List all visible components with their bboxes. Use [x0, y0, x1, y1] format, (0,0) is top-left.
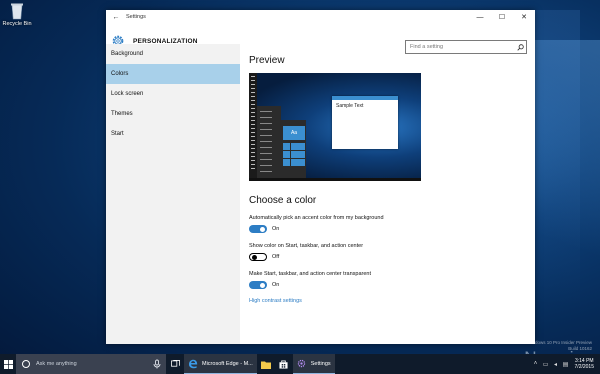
- preview-image: Aa Sample Text: [249, 73, 421, 181]
- recycle-bin[interactable]: Recycle Bin: [2, 2, 32, 27]
- preview-heading: Preview: [249, 55, 285, 66]
- high-contrast-link[interactable]: High contrast settings: [249, 298, 535, 304]
- cortana-search-placeholder: Ask me anything: [36, 361, 77, 367]
- volume-icon[interactable]: ◂: [551, 361, 561, 368]
- close-button[interactable]: ✕: [513, 13, 535, 21]
- sidebar-item-start[interactable]: Start: [106, 124, 240, 144]
- network-icon[interactable]: ▭: [541, 361, 551, 368]
- transparency-label: Make Start, taskbar, and action center t…: [249, 271, 371, 277]
- back-arrow-icon[interactable]: ←: [106, 14, 126, 21]
- title-bar: ← Settings — ☐ ✕: [106, 10, 535, 24]
- microphone-icon[interactable]: [152, 359, 162, 369]
- store-icon[interactable]: [275, 354, 293, 374]
- settings-gear-icon: [297, 359, 307, 369]
- clock-date: 7/2/2015: [574, 364, 594, 370]
- show-color-label: Show color on Start, taskbar, and action…: [249, 243, 364, 249]
- taskbar: Ask me anything Microsoft Edge - M... Se…: [0, 354, 600, 374]
- taskbar-app-settings[interactable]: Settings: [292, 354, 335, 374]
- settings-window: ← Settings — ☐ ✕ PERSONALIZATION Backgro…: [106, 10, 535, 344]
- recycle-bin-icon: [9, 2, 25, 20]
- task-view-icon[interactable]: [166, 354, 184, 374]
- file-explorer-icon[interactable]: [257, 354, 275, 374]
- recycle-bin-label: Recycle Bin: [2, 21, 32, 27]
- main-content: Preview Aa Sample Text Choose a color Au…: [249, 44, 535, 344]
- edge-icon: [188, 359, 198, 369]
- sidebar-item-background[interactable]: Background: [106, 44, 240, 64]
- action-center-icon[interactable]: ▤: [561, 361, 571, 368]
- sidebar-item-themes[interactable]: Themes: [106, 104, 240, 124]
- taskbar-app-edge-label: Microsoft Edge - M...: [202, 360, 253, 367]
- start-button[interactable]: [0, 354, 16, 374]
- show-color-toggle[interactable]: [249, 253, 267, 261]
- maximize-button[interactable]: ☐: [491, 13, 513, 21]
- taskbar-app-edge[interactable]: Microsoft Edge - M...: [184, 354, 257, 374]
- sidebar-item-colors[interactable]: Colors: [106, 64, 240, 84]
- clock[interactable]: 3:14 PM 7/2/2015: [575, 358, 594, 370]
- system-tray: ˄ ▭ ◂ ▤ 3:14 PM 7/2/2015: [531, 354, 594, 374]
- choose-color-heading: Choose a color: [249, 195, 317, 206]
- window-title: Settings: [126, 14, 146, 20]
- sidebar: Background Colors Lock screen Themes Sta…: [106, 44, 240, 344]
- minimize-button[interactable]: —: [469, 14, 491, 21]
- auto-accent-label: Automatically pick an accent color from …: [249, 215, 384, 221]
- cortana-search-box[interactable]: Ask me anything: [16, 354, 166, 374]
- preview-start-menu: [257, 106, 281, 181]
- preview-tile-label: Aa: [283, 126, 305, 140]
- preview-start-rail: [249, 73, 257, 181]
- preview-sample-text: Sample Text: [336, 103, 364, 109]
- transparency-state: On: [272, 282, 280, 288]
- preview-tiles: Aa: [281, 120, 306, 181]
- taskbar-app-settings-label: Settings: [310, 360, 331, 367]
- windows-logo-icon: [3, 359, 13, 369]
- transparency-toggle[interactable]: [249, 281, 267, 289]
- chevron-up-icon[interactable]: ˄: [531, 361, 541, 367]
- sidebar-item-lock-screen[interactable]: Lock screen: [106, 84, 240, 104]
- show-color-state: Off: [272, 254, 280, 260]
- preview-sample-window: Sample Text: [332, 96, 398, 149]
- auto-accent-state: On: [272, 226, 280, 232]
- auto-accent-toggle[interactable]: [249, 225, 267, 233]
- cortana-icon: [22, 360, 30, 368]
